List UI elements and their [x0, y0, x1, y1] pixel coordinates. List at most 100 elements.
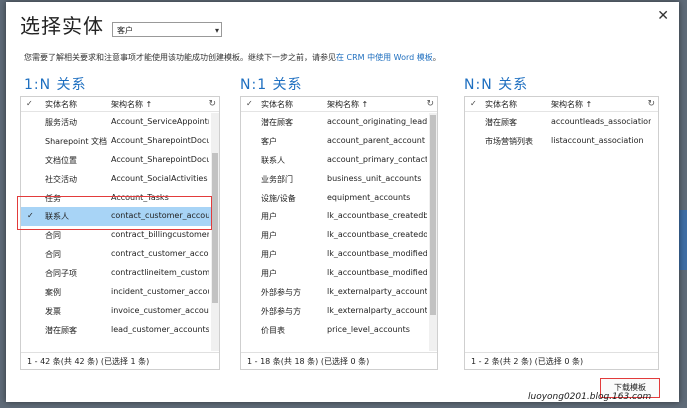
chevron-down-icon: ▾ [214, 26, 219, 35]
column-schema-name[interactable]: 架构名称 ↑ [551, 99, 592, 110]
scrollbar-thumb[interactable] [430, 115, 436, 315]
schema-name-cell: Account_ServiceAppointment [111, 117, 209, 126]
entity-name-cell: 价目表 [261, 325, 285, 335]
select-all-checkbox[interactable]: ✓ [470, 99, 477, 108]
column-schema-name[interactable]: 架构名称 ↑ [327, 99, 368, 110]
schema-name-cell: account_originating_lead [327, 117, 427, 126]
entity-name-cell: 用户 [261, 269, 277, 279]
panel3-rows: 潜在顾客 accountleads_association 市场营销列表 listac… [465, 113, 658, 151]
table-row[interactable]: 合同子项 contractlineitem_customer_acc [21, 264, 219, 283]
entity-name-cell: 案例 [45, 288, 61, 298]
panel3-grid: ✓ 实体名称 架构名称 ↑ ↻ 潜在顾客 accountleads_associa… [464, 96, 659, 370]
schema-name-cell: business_unit_accounts [327, 173, 422, 183]
entity-name-cell: 客户 [261, 136, 277, 146]
table-row[interactable]: 业务部门 business_unit_accounts [241, 170, 437, 189]
panel2-status: 1 - 18 条(共 18 条) (已选择 0 条) [247, 357, 370, 366]
entity-dropdown[interactable]: 客户 ▾ [112, 22, 222, 37]
entity-name-cell: 文档位置 [45, 155, 77, 165]
word-template-link[interactable]: 在 CRM 中使用 Word 模板 [336, 53, 433, 62]
table-row[interactable]: 潜在顾客 accountleads_association [465, 113, 658, 132]
entity-name-cell: 潜在顾客 [45, 325, 77, 335]
schema-name-cell: lk_accountbase_modifiedby [327, 249, 427, 259]
table-row[interactable]: 用户 lk_accountbase_createdonbehalf [241, 226, 437, 245]
entity-name-cell: 用户 [261, 231, 277, 241]
table-row[interactable]: 合同 contract_customer_accounts [21, 245, 219, 264]
panel3-title: N:N 关系 [464, 77, 529, 93]
panel2-header: ✓ 实体名称 架构名称 ↑ ↻ [241, 97, 437, 112]
table-row[interactable]: 客户 account_parent_account [241, 132, 437, 151]
table-row[interactable]: 文档位置 Account_SharepointDocumentLoc [21, 151, 219, 170]
panel1-scrollbar[interactable] [211, 113, 219, 351]
description-prefix: 您需要了解相关要求和注意事项才能使用该功能成功创建模板。继续下一步之前，请参见 [24, 53, 336, 62]
dialog-title: 选择实体 [20, 14, 104, 38]
table-row[interactable]: 潜在顾客 account_originating_lead [241, 113, 437, 132]
entity-name-cell: 外部参与方 [261, 288, 301, 298]
schema-name-cell: contractlineitem_customer_acc [111, 268, 209, 278]
description-suffix: 。 [432, 53, 441, 62]
schema-name-cell: Account_SocialActivities [111, 173, 208, 183]
description-text: 您需要了解相关要求和注意事项才能使用该功能成功创建模板。继续下一步之前，请参见在… [24, 52, 441, 63]
table-row[interactable]: Sharepoint 文档Account_SharepointDocument [21, 132, 219, 151]
panel1-grid: ✓ 实体名称 架构名称 ↑ ↻ 服务活动 Account_ServiceAppoi… [20, 96, 220, 370]
table-row[interactable]: 社交活动 Account_SocialActivities [21, 170, 219, 189]
entity-name-cell: 设施/设备 [261, 193, 296, 203]
refresh-icon[interactable]: ↻ [426, 99, 434, 109]
table-row[interactable]: 潜在顾客 lead_customer_accounts [21, 321, 219, 340]
panel1-status: 1 - 42 条(共 42 条) (已选择 1 条) [27, 357, 150, 366]
column-entity-name[interactable]: 实体名称 [261, 99, 293, 110]
panel1-header: ✓ 实体名称 架构名称 ↑ ↻ [21, 97, 219, 112]
column-entity-name[interactable]: 实体名称 [485, 99, 517, 110]
entity-name-cell: Sharepoint 文档 [45, 136, 108, 146]
select-all-checkbox[interactable]: ✓ [246, 99, 253, 108]
entity-name-cell: 用户 [261, 212, 277, 222]
entity-name-cell: 合同 [45, 250, 61, 260]
close-button[interactable]: ✕ [657, 8, 669, 24]
entity-name-cell: 市场营销列表 [485, 136, 533, 146]
entity-name-cell: 合同 [45, 231, 61, 241]
table-row[interactable]: 发票 invoice_customer_accounts [21, 302, 219, 321]
table-row[interactable]: 用户 lk_accountbase_modifiedonbeha [241, 264, 437, 283]
entity-name-cell: 潜在顾客 [485, 118, 517, 127]
entity-name-cell: 外部参与方 [261, 306, 301, 316]
schema-name-cell: contract_customer_accounts [111, 249, 209, 259]
schema-name-cell: lk_externalparty_account_modifie [327, 305, 427, 315]
entity-name-cell: 合同子项 [45, 269, 77, 279]
table-row[interactable]: 外部参与方 lk_externalparty_account_modifie [241, 302, 437, 321]
select-all-checkbox[interactable]: ✓ [26, 99, 33, 108]
column-schema-name[interactable]: 架构名称 ↑ [111, 99, 152, 110]
table-row[interactable]: 联系人 account_primary_contact [241, 151, 437, 170]
schema-name-cell: lk_externalparty_account_createc [327, 287, 427, 297]
entity-name-cell: 社交活动 [45, 174, 77, 184]
entity-name-cell: 潜在顾客 [261, 118, 293, 127]
table-row[interactable]: 价目表 price_level_accounts [241, 321, 437, 340]
table-row[interactable]: 用户 lk_accountbase_createdby [241, 207, 437, 226]
table-row[interactable]: 用户 lk_accountbase_modifiedby [241, 245, 437, 264]
entity-name-cell: 用户 [261, 250, 277, 260]
entity-dropdown-value: 客户 [117, 26, 133, 35]
refresh-icon[interactable]: ↻ [647, 99, 655, 109]
panel1-footer: 1 - 42 条(共 42 条) (已选择 1 条) [21, 352, 219, 369]
panel2-footer: 1 - 18 条(共 18 条) (已选择 0 条) [241, 352, 437, 369]
table-row[interactable]: 服务活动 Account_ServiceAppointment [21, 113, 219, 132]
watermark: luoyong0201.blog.163.com [528, 392, 652, 402]
table-row[interactable]: 设施/设备 equipment_accounts [241, 189, 437, 208]
refresh-icon[interactable]: ↻ [208, 99, 216, 109]
schema-name-cell: lk_accountbase_createdby [327, 211, 427, 221]
entity-name-cell: 业务部门 [261, 174, 293, 184]
schema-name-cell: incident_customer_accounts [111, 287, 209, 297]
schema-name-cell: invoice_customer_accounts [111, 305, 209, 315]
table-row[interactable]: 市场营销列表 listaccount_association [465, 132, 658, 151]
panel2-title: N:1 关系 [240, 77, 303, 93]
table-row[interactable]: 案例 incident_customer_accounts [21, 283, 219, 302]
panel3-status: 1 - 2 条(共 2 条) (已选择 0 条) [471, 357, 584, 366]
panel2-scrollbar[interactable] [429, 113, 437, 351]
table-row[interactable]: 外部参与方 lk_externalparty_account_createc [241, 283, 437, 302]
schema-name-cell: contract_billingcustomer_accou [111, 230, 209, 240]
entity-name-cell: 发票 [45, 306, 61, 316]
schema-name-cell: accountleads_association [551, 117, 651, 126]
selection-highlight-box [17, 196, 212, 230]
column-entity-name[interactable]: 实体名称 [45, 99, 77, 110]
panel1-title: 1:N 关系 [24, 77, 87, 93]
scrollbar-thumb[interactable] [212, 153, 218, 303]
entity-name-cell: 服务活动 [45, 118, 77, 127]
